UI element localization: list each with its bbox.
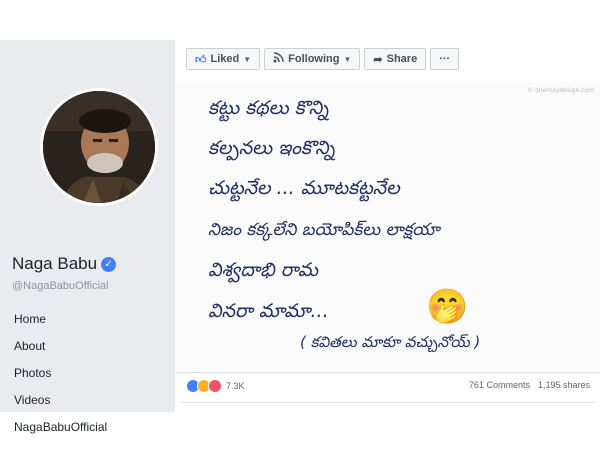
following-label: Following [288, 53, 340, 65]
note-line-5: విశ్వదాభి రామ [208, 259, 319, 283]
love-reaction-icon [208, 379, 222, 393]
page-handle: @NagaBabuOfficial [12, 280, 109, 292]
post-footer: 7.3K 761 Comments 1,195 shares [176, 372, 600, 401]
handwritten-note: © onemaydesign.com కట్టు కథలు కొన్ని కల్… [208, 87, 594, 353]
sidebar-card-edge [6, 444, 164, 452]
nav-item-about[interactable]: About [0, 335, 175, 362]
share-button[interactable]: ➦ Share [364, 48, 427, 70]
post-stats: 761 Comments 1,195 shares [469, 380, 590, 390]
note-line-6: వినరా మామా... [208, 300, 329, 322]
liked-button[interactable]: 👍︎ Liked ▼ [186, 48, 261, 70]
note-line-7: ( కవితలు మాకూ వచ్చునోయ్ ) [300, 333, 480, 353]
page-nav: Home About Photos Videos NagaBabuOfficia… [0, 308, 175, 443]
watermark: © onemaydesign.com [527, 87, 594, 94]
note-line-4: నిజం కక్కలేని బయోపిక్‌లు లాక్షయా [208, 220, 441, 241]
chevron-down-icon: ▼ [243, 54, 252, 64]
note-line-1: కట్టు కథలు కొన్ని [208, 97, 330, 122]
page-action-bar: 👍︎ Liked ▼ Following ▼ ➦ Share ··· [186, 48, 460, 70]
reaction-count: 7.3K [226, 381, 245, 391]
profile-photo [43, 91, 155, 203]
page-sidebar: Naga Babu ✓ @NagaBabuOfficial Home About… [0, 40, 175, 452]
nav-item-home[interactable]: Home [0, 308, 175, 335]
thumbs-up-icon: 👍︎ [195, 53, 207, 66]
more-options-label: ··· [439, 53, 451, 65]
more-options-button[interactable]: ··· [430, 48, 460, 70]
verified-badge-icon: ✓ [101, 256, 117, 272]
following-button[interactable]: Following ▼ [264, 48, 361, 70]
chevron-down-icon: ▼ [343, 54, 352, 64]
reactions-summary[interactable]: 7.3K [186, 379, 245, 393]
nav-item-nagababuofficial[interactable]: NagaBabuOfficial [0, 416, 175, 443]
nav-item-videos[interactable]: Videos [0, 389, 175, 416]
post-image[interactable]: © onemaydesign.com కట్టు కథలు కొన్ని కల్… [176, 82, 600, 370]
avatar[interactable] [40, 88, 158, 206]
note-line-3: చుట్టనేల ... మూటకట్టనేల [208, 177, 401, 202]
comments-count[interactable]: 761 Comments [469, 380, 530, 390]
rss-icon [273, 52, 284, 66]
share-arrow-icon: ➦ [373, 53, 383, 66]
note-line-2: కల్పనలు ఇంకొన్ని [208, 137, 336, 161]
page-title[interactable]: Naga Babu ✓ [12, 254, 117, 274]
shares-count[interactable]: 1,195 shares [538, 380, 590, 390]
share-label: Share [386, 53, 418, 65]
page-name-text: Naga Babu [12, 254, 98, 273]
hand-over-mouth-emoji-icon: 🤭 [426, 288, 468, 326]
liked-label: Liked [210, 53, 240, 65]
nav-item-photos[interactable]: Photos [0, 362, 175, 389]
footer-divider [182, 402, 594, 403]
